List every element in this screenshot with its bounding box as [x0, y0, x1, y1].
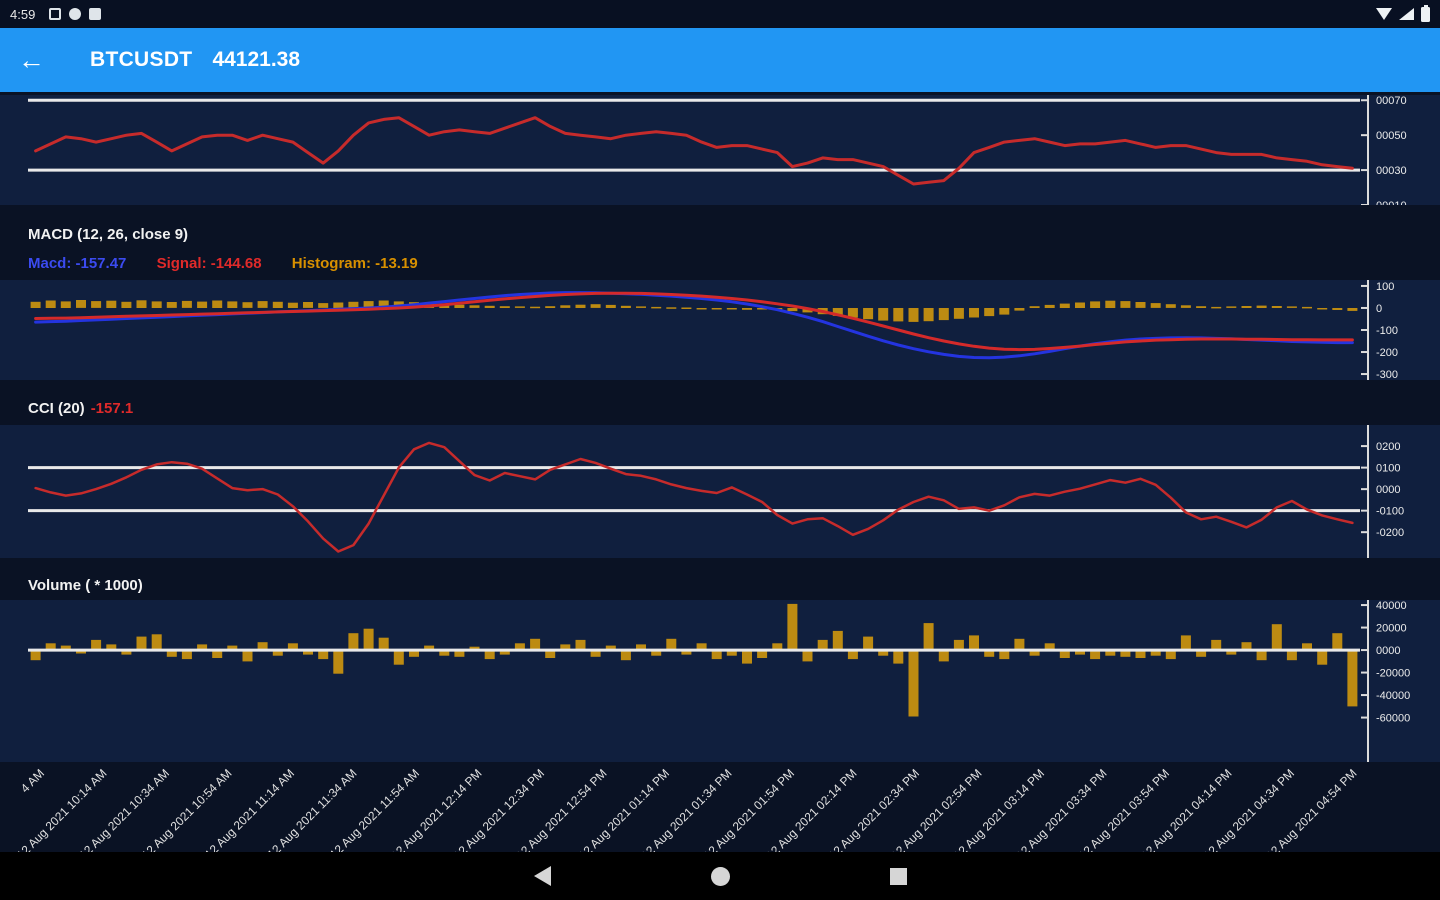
cci-value: -157.1	[91, 400, 134, 417]
svg-text:-20000: -20000	[1376, 668, 1410, 680]
status-indicators	[1376, 7, 1430, 22]
svg-text:00050: 00050	[1376, 130, 1407, 142]
macd-chart[interactable]: 100 0 -100 -200 -300	[0, 280, 1440, 380]
wifi-icon	[1376, 8, 1392, 20]
macd-panel[interactable]: 100 0 -100 -200 -300	[0, 280, 1440, 380]
nav-back-icon[interactable]	[534, 866, 551, 886]
status-bar: 4:59	[0, 0, 1440, 28]
svg-text:0: 0	[1376, 303, 1382, 315]
android-nav-bar	[0, 852, 1440, 900]
back-arrow-icon[interactable]: ←	[18, 47, 62, 74]
svg-text:0000: 0000	[1376, 645, 1400, 657]
cci-header: CCI (20) -157.1	[28, 400, 133, 417]
svg-text:100: 100	[1376, 281, 1394, 293]
svg-text:00070: 00070	[1376, 95, 1407, 107]
svg-text:40000: 40000	[1376, 600, 1407, 612]
notification-icon-3	[89, 8, 101, 20]
oscillator-panel[interactable]: 00070 00050 00030 00010	[0, 95, 1440, 205]
svg-text:-300: -300	[1376, 369, 1398, 380]
histogram-value: Histogram: -13.19	[292, 255, 418, 272]
svg-text:-0200: -0200	[1376, 527, 1404, 539]
volume-panel[interactable]: 40000 20000 0000 -20000 -40000 -60000	[0, 600, 1440, 762]
app-bar: ← BTCUSDT 44121.38	[0, 28, 1440, 92]
battery-icon	[1421, 7, 1430, 22]
cci-title: CCI (20)	[28, 400, 85, 417]
svg-text:-0100: -0100	[1376, 506, 1404, 518]
symbol-title: BTCUSDT	[90, 48, 192, 72]
cci-chart[interactable]: 0200 0100 0000 -0100 -0200	[0, 425, 1440, 558]
svg-text:-200: -200	[1376, 347, 1398, 359]
clock: 4:59	[10, 7, 35, 22]
volume-title: Volume ( * 1000)	[28, 577, 143, 594]
svg-text:-40000: -40000	[1376, 690, 1410, 702]
price-value: 44121.38	[212, 48, 300, 72]
cci-panel[interactable]: 0200 0100 0000 -0100 -0200	[0, 425, 1440, 558]
svg-text:0100: 0100	[1376, 463, 1400, 475]
svg-text:0000: 0000	[1376, 484, 1400, 496]
signal-value: Signal: -144.68	[157, 255, 262, 272]
notification-icon-1	[49, 8, 61, 20]
svg-text:-100: -100	[1376, 325, 1398, 337]
svg-text:20000: 20000	[1376, 623, 1407, 635]
volume-chart[interactable]: 40000 20000 0000 -20000 -40000 -60000	[0, 600, 1440, 762]
macd-value: Macd: -157.47	[28, 255, 126, 272]
oscillator-chart[interactable]: 00070 00050 00030 00010	[0, 95, 1440, 205]
macd-title: MACD (12, 26, close 9)	[28, 226, 188, 243]
notification-icon-2	[69, 8, 81, 20]
signal-icon	[1399, 8, 1414, 20]
svg-text:00010: 00010	[1376, 200, 1407, 205]
svg-text:00030: 00030	[1376, 165, 1407, 177]
svg-text:4 AM: 4 AM	[18, 766, 47, 795]
svg-text:-60000: -60000	[1376, 713, 1410, 725]
svg-text:0200: 0200	[1376, 441, 1400, 453]
x-axis-labels: 4 AM12 Aug 2021 10:14 AM12 Aug 2021 10:3…	[0, 762, 1440, 852]
nav-recents-icon[interactable]	[890, 868, 907, 885]
nav-home-icon[interactable]	[711, 867, 730, 886]
macd-readout: Macd: -157.47 Signal: -144.68 Histogram:…	[28, 255, 444, 272]
